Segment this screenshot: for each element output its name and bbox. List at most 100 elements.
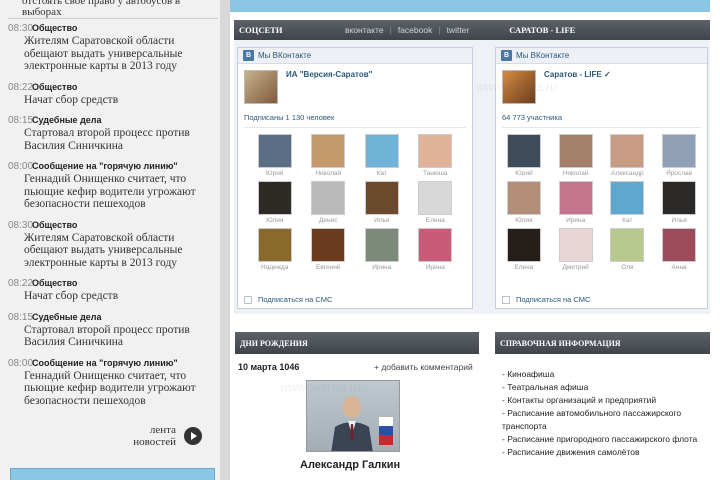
member-name[interactable]: Николай	[563, 168, 589, 179]
member-name[interactable]: Кат	[622, 215, 632, 226]
news-category[interactable]: Общество	[32, 220, 77, 230]
member-name[interactable]: Юрий	[266, 168, 283, 179]
member-card[interactable]: Евгений	[302, 228, 356, 273]
member-name[interactable]: Ирина	[372, 262, 391, 273]
avatar[interactable]	[558, 181, 593, 215]
news-title[interactable]: Геннадий Онищенко считает, что пьющие ке…	[24, 370, 218, 408]
avatar[interactable]	[506, 134, 541, 168]
group-name-link[interactable]: Саратов - LIFE ✓	[544, 70, 611, 79]
avatar[interactable]	[610, 134, 645, 168]
member-card[interactable]: Елена	[498, 228, 550, 273]
sms-subscribe[interactable]: Подписаться на СМС	[244, 295, 332, 304]
news-category[interactable]: Сообщение на "горячую линию"	[32, 358, 178, 368]
reference-link[interactable]: - Контакты организаций и предприятий	[502, 394, 712, 407]
news-category[interactable]: Общество	[32, 82, 77, 92]
member-name[interactable]: Ирина	[426, 262, 445, 273]
avatar[interactable]	[257, 228, 292, 262]
member-name[interactable]: Юрий	[515, 168, 532, 179]
avatar[interactable]	[257, 181, 292, 215]
news-item[interactable]: 08:30 Общество Жителям Саратовской области…	[8, 22, 218, 73]
member-card[interactable]: Юрий	[248, 134, 302, 179]
sms-checkbox[interactable]	[244, 295, 252, 304]
tab-vkontakte[interactable]: вконтакте	[345, 25, 384, 35]
member-card[interactable]: Кат	[602, 181, 654, 226]
news-item[interactable]: 08:00 Сообщение на "горячую линию" Геннади…	[8, 160, 218, 211]
member-card[interactable]: Дмитрий	[550, 228, 602, 273]
avatar[interactable]	[311, 228, 346, 262]
news-category[interactable]: Общество	[32, 23, 77, 33]
member-name[interactable]: Ярослав	[666, 168, 692, 179]
member-card[interactable]: Ирина	[355, 228, 409, 273]
member-card[interactable]: Елена	[409, 181, 463, 226]
member-name[interactable]: Танюша	[423, 168, 448, 179]
member-card[interactable]: Денис	[302, 181, 356, 226]
group-logo[interactable]	[502, 70, 536, 104]
news-feed-link[interactable]: лента новостей	[120, 424, 202, 448]
subscriber-count[interactable]: Подписаны 1 130 человек	[238, 112, 472, 124]
member-name[interactable]: Илья	[671, 215, 686, 226]
member-card[interactable]: Юлия	[498, 181, 550, 226]
news-item[interactable]: 08:30 Общество Жителям Саратовской области…	[8, 219, 218, 270]
avatar[interactable]	[311, 181, 346, 215]
member-card[interactable]: Танюша	[409, 134, 463, 179]
member-name[interactable]: Николай	[315, 168, 341, 179]
avatar[interactable]	[418, 228, 453, 262]
news-title[interactable]: Геннадий Онищенко считает, что пьющие ке…	[24, 173, 218, 211]
avatar[interactable]	[364, 134, 399, 168]
tab-twitter[interactable]: twitter	[447, 25, 470, 35]
reference-link[interactable]: - Расписание автомобильного пассажирског…	[502, 407, 712, 433]
news-category[interactable]: Судебные дела	[32, 312, 102, 322]
member-card[interactable]: Николай	[302, 134, 356, 179]
member-name[interactable]: Ирина	[566, 215, 585, 226]
add-comment-link[interactable]: + добавить комментарий	[374, 362, 473, 372]
news-category[interactable]: Сообщение на "горячую линию"	[32, 161, 178, 171]
member-card[interactable]: Юрий	[498, 134, 550, 179]
avatar[interactable]	[662, 181, 697, 215]
member-card[interactable]: Ирина	[409, 228, 463, 273]
sms-label[interactable]: Подписаться на СМС	[516, 295, 590, 304]
avatar[interactable]	[418, 134, 453, 168]
sms-checkbox[interactable]	[502, 295, 510, 304]
member-card[interactable]: Илья	[355, 181, 409, 226]
news-title[interactable]: Начат сбор средств	[24, 290, 218, 303]
news-category[interactable]: Судебные дела	[32, 115, 102, 125]
news-item[interactable]: 08:15 Судебные дела Стартовал второй проце…	[8, 311, 218, 349]
avatar[interactable]	[506, 181, 541, 215]
member-name[interactable]: Оля	[621, 262, 633, 273]
avatar[interactable]	[610, 228, 645, 262]
member-name[interactable]: Александр	[611, 168, 644, 179]
avatar[interactable]	[610, 181, 645, 215]
avatar[interactable]	[662, 228, 697, 262]
avatar[interactable]	[364, 181, 399, 215]
member-name[interactable]: Дмитрий	[562, 262, 588, 273]
news-title[interactable]: Стартовал второй процесс против Василия …	[24, 127, 218, 152]
news-item[interactable]: 08:22 Общество Начат сбор средств	[8, 81, 218, 107]
member-name[interactable]: Анна	[672, 262, 687, 273]
member-card[interactable]: Николай	[550, 134, 602, 179]
news-item[interactable]: 08:22 Общество Начат сбор средств	[8, 277, 218, 303]
group-name-link[interactable]: ИА "Версия-Саратов"	[286, 70, 372, 79]
member-name[interactable]: Юлия	[266, 215, 283, 226]
birthday-person-name[interactable]: Александр Галкин	[300, 459, 400, 471]
member-card[interactable]: Юлия	[248, 181, 302, 226]
member-name[interactable]: Евгений	[316, 262, 340, 273]
reference-link[interactable]: - Расписание пригородного пассажирского …	[502, 433, 712, 446]
avatar[interactable]	[418, 181, 453, 215]
tab-facebook[interactable]: facebook	[398, 25, 433, 35]
news-item[interactable]: 08:15 Судебные дела Стартовал второй проце…	[8, 114, 218, 152]
news-title[interactable]: Жителям Саратовской области обещают выда…	[24, 35, 218, 73]
avatar[interactable]	[558, 228, 593, 262]
member-name[interactable]: Илья	[374, 215, 389, 226]
news-title[interactable]: Начат сбор средств	[24, 94, 218, 107]
subscriber-count[interactable]: 64 773 участника	[496, 112, 707, 124]
avatar[interactable]	[364, 228, 399, 262]
member-card[interactable]: Оля	[602, 228, 654, 273]
reference-link[interactable]: - Расписание движения самолётов	[502, 446, 712, 459]
news-title[interactable]: Жителям Саратовской области обещают выда…	[24, 232, 218, 270]
avatar[interactable]	[662, 134, 697, 168]
reference-link[interactable]: - Театральная афиша	[502, 381, 712, 394]
avatar[interactable]	[311, 134, 346, 168]
member-card[interactable]: Кат	[355, 134, 409, 179]
avatar[interactable]	[506, 228, 541, 262]
group-logo[interactable]	[244, 70, 278, 104]
